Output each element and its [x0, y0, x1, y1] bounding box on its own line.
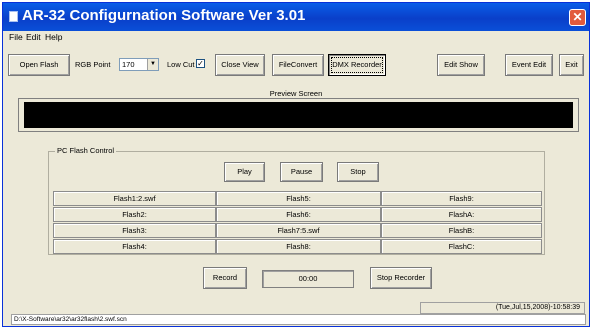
file-convert-button[interactable]: FileConvert [272, 54, 324, 76]
flash-slot-1[interactable]: Flash1:2.swf [53, 191, 216, 206]
flash-slot-9[interactable]: Flash9: [381, 191, 542, 206]
pc-flash-control-group: PC Flash Control Play Pause Stop Flash1:… [48, 146, 545, 255]
preview-screen-label: Preview Screen [269, 89, 323, 98]
flash-slot-7[interactable]: Flash7:5.swf [216, 223, 381, 238]
event-edit-button[interactable]: Event Edit [505, 54, 553, 76]
flash-slot-a[interactable]: FlashA: [381, 207, 542, 222]
record-time-display: 00:00 [262, 270, 354, 288]
flash-slot-4[interactable]: Flash4: [53, 239, 216, 254]
play-button[interactable]: Play [224, 162, 265, 182]
window-title: AR-32 Configurnation Software Ver 3.01 [22, 7, 306, 24]
flash-slot-b[interactable]: FlashB: [381, 223, 542, 238]
flash-slot-5[interactable]: Flash5: [216, 191, 381, 206]
flash-slot-3[interactable]: Flash3: [53, 223, 216, 238]
open-flash-button[interactable]: Open Flash [8, 54, 70, 76]
pause-button[interactable]: Pause [280, 162, 323, 182]
close-view-button[interactable]: Close View [215, 54, 265, 76]
flash-slot-8[interactable]: Flash8: [216, 239, 381, 254]
status-file-path: D:\X-Software\ar32\ar32flash\2.swf.scn [11, 314, 586, 325]
low-cut-checkbox[interactable]: ✓ [196, 59, 205, 68]
title-bar[interactable]: AR-32 Configurnation Software Ver 3.01 ✕ [3, 3, 589, 31]
chevron-down-icon[interactable]: ▼ [147, 59, 158, 70]
status-bar: (Tue,Jul,15,2008)-10:58:39 D:\X-Software… [3, 298, 589, 326]
flash-slot-c[interactable]: FlashC: [381, 239, 542, 254]
menu-bar: File Edit Help [3, 31, 589, 45]
menu-edit[interactable]: Edit [26, 32, 41, 42]
flash-slot-2[interactable]: Flash2: [53, 207, 216, 222]
stop-button[interactable]: Stop [337, 162, 379, 182]
rgb-point-label: RGB Point [75, 60, 111, 69]
toolbar: Open Flash RGB Point 170 ▼ Low Cut ✓ Clo… [3, 45, 589, 85]
close-icon[interactable]: ✕ [569, 9, 586, 26]
stop-recorder-button[interactable]: Stop Recorder [370, 267, 432, 289]
menu-file[interactable]: File [9, 32, 23, 42]
menu-help[interactable]: Help [45, 32, 62, 42]
preview-screen [24, 102, 573, 128]
main-window: AR-32 Configurnation Software Ver 3.01 ✕… [2, 2, 590, 327]
low-cut-label: Low Cut [167, 60, 195, 69]
flash-slot-6[interactable]: Flash6: [216, 207, 381, 222]
status-datetime: (Tue,Jul,15,2008)-10:58:39 [420, 302, 585, 314]
dmx-recorder-button[interactable]: DMX Recorder [328, 54, 386, 76]
app-icon [9, 11, 18, 22]
preview-frame [18, 98, 579, 132]
rgb-point-select[interactable]: 170 ▼ [119, 58, 159, 71]
record-button[interactable]: Record [203, 267, 247, 289]
exit-button[interactable]: Exit [559, 54, 584, 76]
rgb-point-value: 170 [122, 60, 135, 69]
pc-flash-control-title: PC Flash Control [55, 146, 117, 155]
edit-show-button[interactable]: Edit Show [437, 54, 485, 76]
